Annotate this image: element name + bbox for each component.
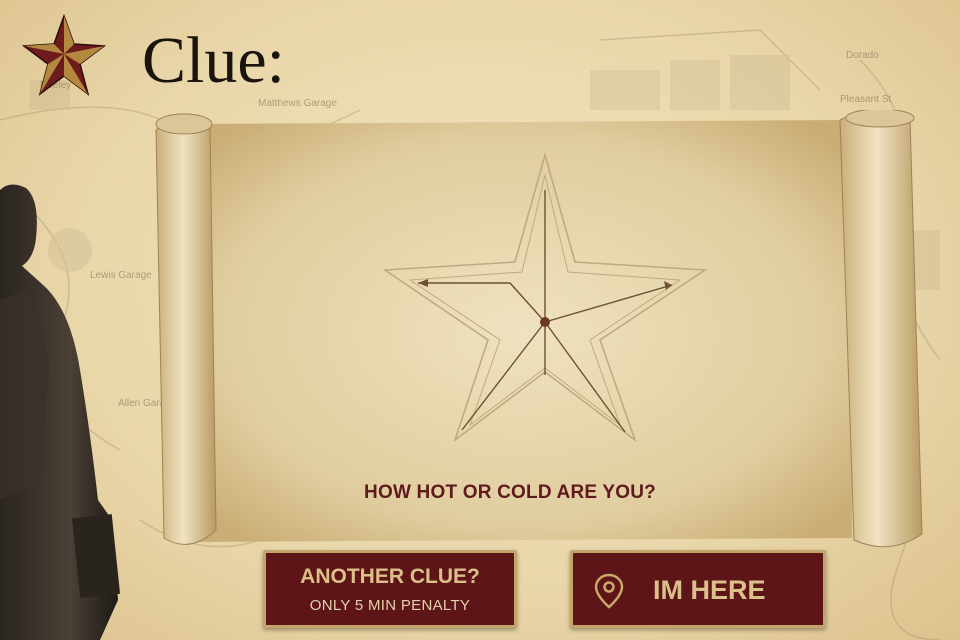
texas-star-icon — [22, 14, 106, 96]
street-label: Matthews Garage — [258, 98, 337, 109]
statue-image — [0, 184, 121, 640]
street-label: Pleasant St — [840, 94, 892, 105]
im-here-label: IM HERE — [653, 575, 766, 605]
im-here-button[interactable]: IM HERE — [570, 550, 826, 628]
another-clue-label: ANOTHER CLUE? — [300, 565, 480, 588]
clue-prompt: HOW HOT OR COLD ARE YOU? — [364, 482, 656, 503]
another-clue-button[interactable]: ANOTHER CLUE? ONLY 5 MIN PENALTY — [263, 550, 517, 628]
location-pin-icon — [594, 573, 624, 609]
penalty-note: ONLY 5 MIN PENALTY — [309, 597, 471, 614]
street-label: Dorado — [846, 50, 879, 61]
page-title: Clue: — [142, 24, 285, 97]
